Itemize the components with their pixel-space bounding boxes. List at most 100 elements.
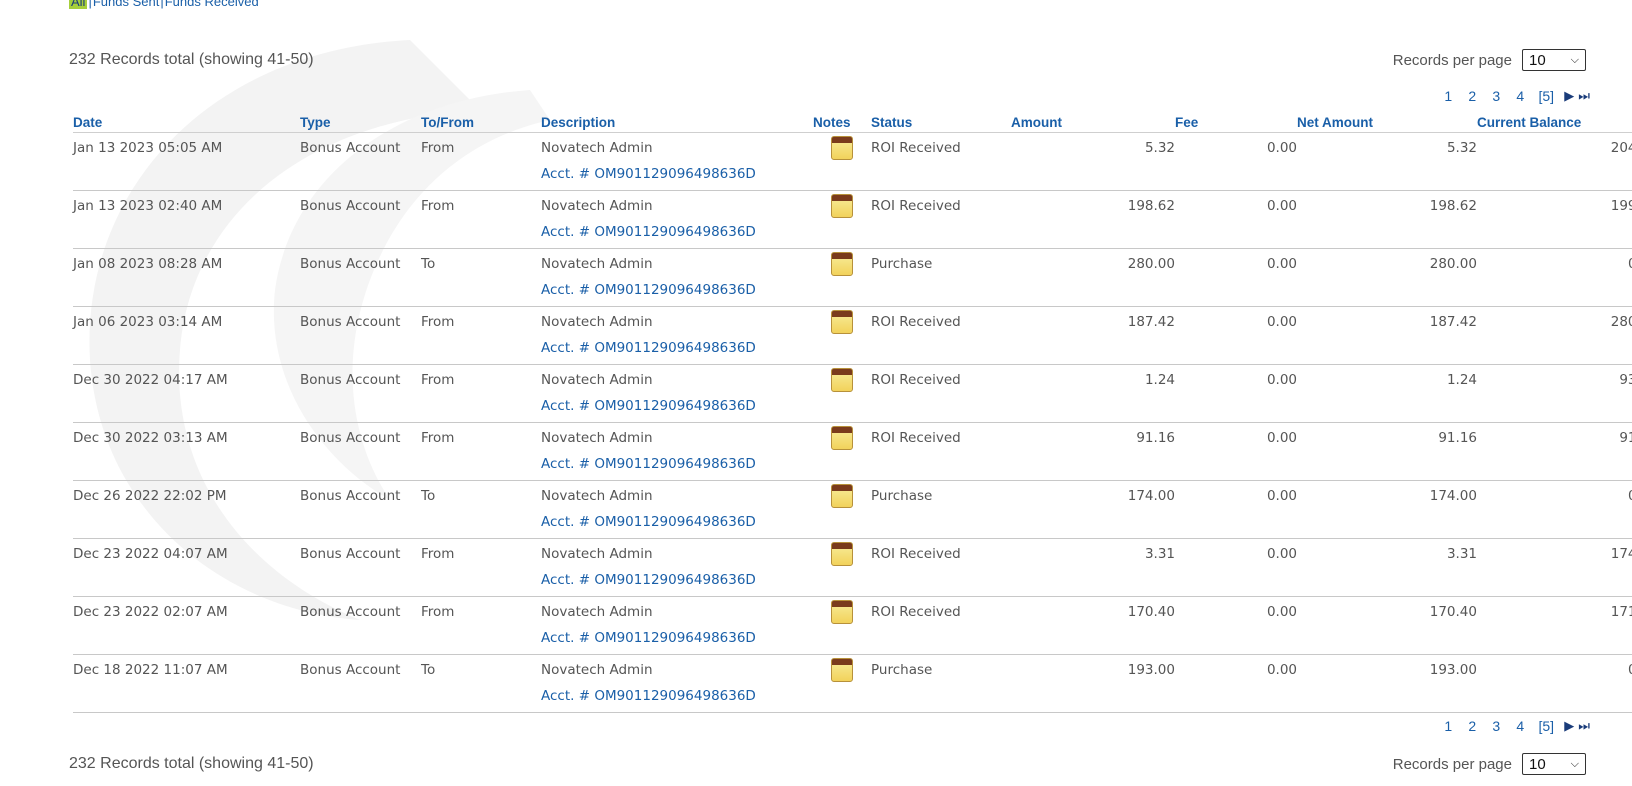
cell-description: Novatech Admin: [541, 604, 653, 620]
cell-date: Jan 13 2023 02:40 AM: [73, 198, 223, 214]
filter-funds-sent[interactable]: Funds Sent: [93, 0, 160, 9]
table-row: Jan 13 2023 05:05 AM Bonus Account From …: [73, 132, 1632, 191]
cell-current-balance: 93.09: [1619, 372, 1632, 388]
account-link[interactable]: Acct. # OM901129096498636D: [541, 514, 813, 530]
notepad-icon[interactable]: [831, 310, 853, 334]
table-header: Date Type To/From Description Notes Stat…: [73, 113, 1632, 133]
col-net-amount[interactable]: Net Amount: [1297, 113, 1477, 133]
account-link[interactable]: Acct. # OM901129096498636D: [541, 456, 813, 472]
account-link[interactable]: Acct. # OM901129096498636D: [541, 398, 813, 414]
cell-type: Bonus Account: [300, 662, 401, 678]
notepad-icon[interactable]: [831, 600, 853, 624]
cell-date: Dec 30 2022 04:17 AM: [73, 372, 228, 388]
account-link[interactable]: Acct. # OM901129096498636D: [541, 688, 813, 704]
table-row: Jan 08 2023 08:28 AM Bonus Account To No…: [73, 248, 1632, 307]
account-link[interactable]: Acct. # OM901129096498636D: [541, 340, 813, 356]
cell-status: ROI Received: [871, 372, 961, 388]
notepad-icon[interactable]: [831, 658, 853, 682]
table-row: Jan 06 2023 03:14 AM Bonus Account From …: [73, 306, 1632, 365]
records-per-page-select[interactable]: 10 ⌵: [1522, 753, 1586, 775]
pagination-bottom: 1 2 3 4 [5] ▶ ⏭: [1436, 718, 1590, 734]
notepad-icon[interactable]: [831, 542, 853, 566]
cell-description: Novatech Admin: [541, 488, 653, 504]
cell-description: Novatech Admin: [541, 256, 653, 272]
cell-net-amount: 187.42: [1429, 314, 1477, 330]
cell-net-amount: 193.00: [1429, 662, 1477, 678]
cell-tofrom: To: [421, 256, 436, 272]
cell-amount: 193.00: [1127, 662, 1175, 678]
cell-current-balance: 280.51: [1610, 314, 1632, 330]
col-current-balance[interactable]: Current Balance: [1477, 113, 1632, 133]
notepad-icon[interactable]: [831, 484, 853, 508]
cell-tofrom: To: [421, 488, 436, 504]
col-tofrom[interactable]: To/From: [421, 113, 541, 133]
notepad-icon[interactable]: [831, 252, 853, 276]
account-link[interactable]: Acct. # OM901129096498636D: [541, 166, 813, 182]
records-per-page-value: 10: [1529, 755, 1546, 773]
cell-status: ROI Received: [871, 140, 961, 156]
col-type[interactable]: Type: [300, 113, 421, 133]
double-triangle-right-icon[interactable]: ⏭: [1578, 718, 1590, 734]
table-row: Dec 26 2022 22:02 PM Bonus Account To No…: [73, 480, 1632, 539]
cell-type: Bonus Account: [300, 430, 401, 446]
cell-net-amount: 170.40: [1429, 604, 1477, 620]
cell-date: Dec 30 2022 03:13 AM: [73, 430, 228, 446]
page-link-3[interactable]: 3: [1484, 88, 1508, 104]
account-link[interactable]: Acct. # OM901129096498636D: [541, 224, 813, 240]
account-link[interactable]: Acct. # OM901129096498636D: [541, 572, 813, 588]
filter-all[interactable]: All: [69, 0, 88, 9]
cell-net-amount: 198.62: [1429, 198, 1477, 214]
page-current: [5]: [1538, 88, 1555, 104]
table-row: Dec 23 2022 04:07 AM Bonus Account From …: [73, 538, 1632, 597]
cell-description: Novatech Admin: [541, 140, 653, 156]
cell-date: Dec 23 2022 04:07 AM: [73, 546, 228, 562]
chevron-down-icon: ⌵: [1570, 757, 1579, 770]
cell-fee: 0.00: [1266, 488, 1297, 504]
cell-fee: 0.00: [1266, 198, 1297, 214]
notepad-icon[interactable]: [831, 194, 853, 218]
cell-status: ROI Received: [871, 546, 961, 562]
page-link-1[interactable]: 1: [1436, 718, 1460, 734]
triangle-right-icon[interactable]: ▶: [1564, 88, 1574, 104]
col-amount[interactable]: Amount: [1011, 113, 1175, 133]
cell-tofrom: From: [421, 430, 455, 446]
triangle-right-icon[interactable]: ▶: [1564, 718, 1574, 734]
page-link-3[interactable]: 3: [1484, 718, 1508, 734]
cell-description: Novatech Admin: [541, 546, 653, 562]
col-status[interactable]: Status: [871, 113, 1011, 133]
records-total-top: 232 Records total (showing 41-50): [69, 51, 314, 68]
double-triangle-right-icon[interactable]: ⏭: [1578, 88, 1590, 104]
cell-status: Purchase: [871, 488, 933, 504]
table-row: Jan 13 2023 02:40 AM Bonus Account From …: [73, 190, 1632, 249]
col-fee[interactable]: Fee: [1175, 113, 1297, 133]
cell-fee: 0.00: [1266, 662, 1297, 678]
page-link-2[interactable]: 2: [1460, 88, 1484, 104]
cell-description: Novatech Admin: [541, 314, 653, 330]
cell-fee: 0.00: [1266, 372, 1297, 388]
notepad-icon[interactable]: [831, 426, 853, 450]
cell-type: Bonus Account: [300, 604, 401, 620]
page-link-2[interactable]: 2: [1460, 718, 1484, 734]
transactions-table: Date Type To/From Description Notes Stat…: [73, 113, 1632, 713]
records-per-page-select[interactable]: 10 ⌵: [1522, 49, 1586, 71]
page-link-4[interactable]: 4: [1508, 88, 1532, 104]
account-link[interactable]: Acct. # OM901129096498636D: [541, 630, 813, 646]
filter-bar: All |Funds Sent|Funds Received: [69, 0, 259, 9]
cell-fee: 0.00: [1266, 140, 1297, 156]
filter-funds-received[interactable]: Funds Received: [165, 0, 259, 9]
col-notes[interactable]: Notes: [813, 113, 871, 133]
col-description[interactable]: Description: [541, 113, 813, 133]
page-link-4[interactable]: 4: [1508, 718, 1532, 734]
col-date[interactable]: Date: [73, 113, 300, 133]
account-link[interactable]: Acct. # OM901129096498636D: [541, 282, 813, 298]
records-per-page-label: Records per page: [1392, 755, 1512, 773]
cell-amount: 91.16: [1136, 430, 1175, 446]
notepad-icon[interactable]: [831, 136, 853, 160]
notepad-icon[interactable]: [831, 368, 853, 392]
table-row: Dec 30 2022 03:13 AM Bonus Account From …: [73, 422, 1632, 481]
cell-status: Purchase: [871, 662, 933, 678]
cell-tofrom: From: [421, 140, 455, 156]
cell-date: Dec 18 2022 11:07 AM: [73, 662, 228, 678]
chevron-down-icon: ⌵: [1570, 53, 1579, 66]
page-link-1[interactable]: 1: [1436, 88, 1460, 104]
